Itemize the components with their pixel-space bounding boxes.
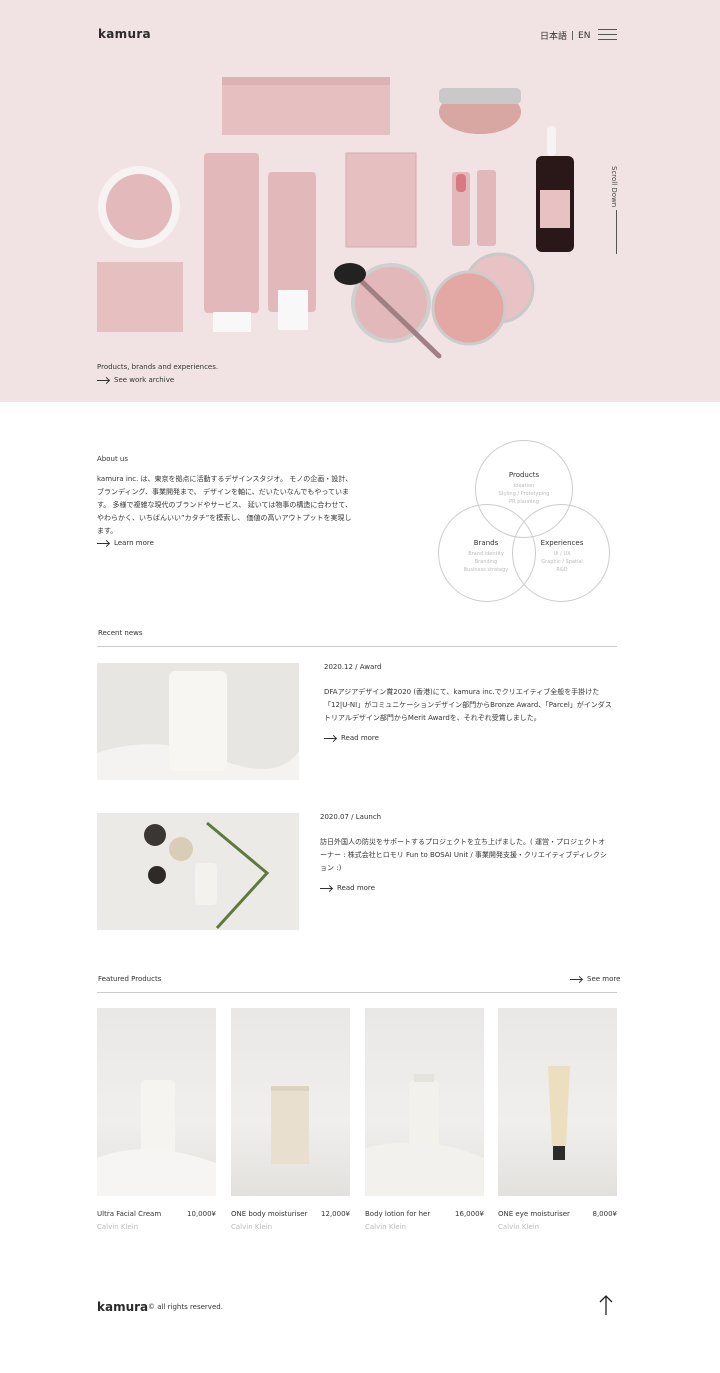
see-work-archive-link[interactable]: See work archive (97, 376, 174, 384)
product-price: 12,000¥ (321, 1210, 350, 1218)
product-image-1 (97, 1008, 216, 1196)
arrow-right-icon (97, 379, 109, 381)
venn-label-products: Products Ideation Styling / Prototyping … (498, 471, 550, 505)
product-image-3 (365, 1008, 484, 1196)
news-read-more-2[interactable]: Read more (320, 884, 375, 892)
news-divider (97, 646, 617, 647)
recent-news-title: Recent news (98, 629, 143, 637)
about-text: kamura inc. は、東京を拠点に活動するデザインスタジオ。 モノの企画・… (97, 475, 353, 535)
see-more-link[interactable]: See more (570, 975, 620, 983)
scroll-down-indicator[interactable]: Scroll Down (610, 166, 624, 256)
news-date-2: 2020.07 / Launch (320, 813, 382, 821)
featured-divider (97, 992, 617, 993)
product-brand: Calvin Klein (498, 1223, 540, 1231)
hamburger-menu-icon[interactable] (598, 29, 617, 40)
lang-ja-link[interactable]: 日本語 (540, 29, 567, 42)
news-text-1: DFAアジアデザイン賞2020 (香港)にて、kamura inc.でクリエイテ… (324, 688, 612, 722)
product-brand: Calvin Klein (231, 1223, 273, 1231)
hero-tagline: Products, brands and experiences. (97, 363, 219, 371)
product-brand: Calvin Klein (97, 1223, 139, 1231)
see-more-label: See more (587, 975, 621, 983)
product-price: 16,000¥ (455, 1210, 484, 1218)
arrow-right-icon (570, 978, 582, 980)
language-switcher: 日本語 EN (540, 29, 590, 43)
arrow-right-icon (320, 887, 332, 889)
page: kamura 日本語 EN Scroll Down Products, bran… (0, 0, 720, 1373)
product-card-2[interactable]: ONE body moisturiser 12,000¥ Calvin Klei… (231, 1008, 350, 1231)
product-image-4 (498, 1008, 617, 1196)
product-card-4[interactable]: ONE eye moisturiser 8,000¥ Calvin Klein (498, 1008, 617, 1231)
services-venn-diagram: Products Ideation Styling / Prototyping … (436, 438, 612, 604)
read-more-label: Read more (341, 734, 379, 742)
hero-section: kamura 日本語 EN Scroll Down Products, bran… (0, 0, 720, 402)
arrow-right-icon (97, 542, 109, 544)
footer-logo[interactable]: kamura (97, 1300, 148, 1314)
read-more-label: Read more (337, 884, 375, 892)
news-image-2[interactable] (97, 813, 299, 930)
product-name: Ultra Facial Cream (97, 1210, 162, 1218)
site-logo[interactable]: kamura (98, 27, 151, 41)
news-image-1[interactable] (97, 663, 299, 780)
news-image-lotion (97, 663, 299, 780)
news-date-1: 2020.12 / Award (324, 663, 382, 671)
scroll-line (616, 210, 617, 254)
news-read-more-1[interactable]: Read more (324, 734, 379, 742)
see-work-archive-label: See work archive (114, 376, 175, 384)
product-price: 10,000¥ (187, 1210, 216, 1218)
product-card-3[interactable]: Body lotion for her 16,000¥ Calvin Klein (365, 1008, 484, 1231)
news-text-2: 訪日外国人の防災をサポートするプロジェクトを立ち上げました。( 運営・プロジェク… (320, 838, 607, 872)
scroll-down-label: Scroll Down (610, 166, 618, 208)
product-image-2 (231, 1008, 350, 1196)
back-to-top-arrow-icon[interactable] (598, 1294, 614, 1316)
news-image-cosmetics (97, 813, 299, 930)
product-name: ONE body moisturiser (231, 1210, 308, 1218)
lang-en-link[interactable]: EN (578, 31, 590, 41)
arrow-right-icon (324, 737, 336, 739)
featured-products-title: Featured Products (98, 975, 162, 983)
learn-more-link[interactable]: Learn more (97, 539, 154, 547)
product-brand: Calvin Klein (365, 1223, 407, 1231)
product-name: ONE eye moisturiser (498, 1210, 570, 1218)
product-card-1[interactable]: Ultra Facial Cream 10,000¥ Calvin Klein (97, 1008, 216, 1231)
learn-more-label: Learn more (114, 539, 154, 547)
product-price: 8,000¥ (592, 1210, 618, 1218)
lang-divider (572, 31, 574, 40)
product-name: Body lotion for her (365, 1210, 431, 1218)
about-title: About us (97, 455, 129, 463)
footer-copyright: © all rights reserved. (148, 1303, 223, 1311)
venn-label-experiences: Experiences UI / UX Graphic / Spatial R&… (540, 539, 584, 573)
